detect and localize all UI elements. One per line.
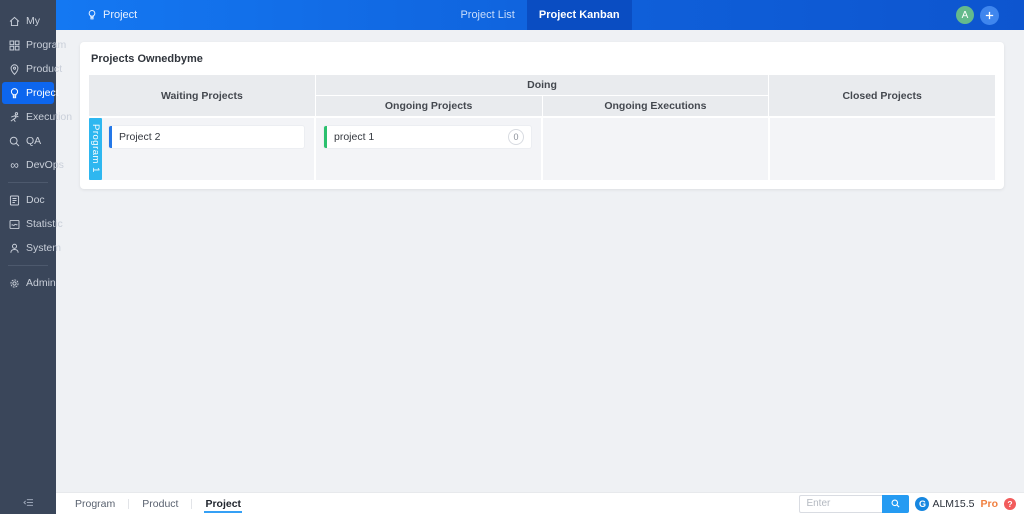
topbar: Project Project List Project Kanban A (56, 0, 1024, 30)
document-icon (8, 194, 21, 207)
sidebar-item-label: Project (26, 87, 59, 99)
kanban-header: Waiting Projects Doing Closed Projects O… (89, 75, 995, 116)
search-button[interactable] (882, 494, 910, 513)
lane-cell-closed (770, 118, 995, 180)
zentao-logo-icon: G (915, 496, 930, 511)
column-header-ongoing-projects: Ongoing Projects (315, 96, 542, 116)
search-icon (890, 498, 901, 509)
sidebar-item-label: Statistic (26, 218, 63, 230)
sidebar-item-admin[interactable]: Admin (2, 272, 56, 294)
chart-icon (8, 218, 21, 231)
topbar-actions: A (956, 5, 999, 25)
topbar-app-title: Project (86, 9, 137, 21)
gear-icon (8, 277, 21, 290)
sidebar-divider (8, 265, 48, 266)
add-button[interactable] (980, 5, 999, 25)
sidebar-item-label: Doc (26, 194, 45, 206)
sidebar-item-doc[interactable]: Doc (2, 189, 54, 211)
project-card-title: Project 2 (119, 131, 161, 143)
lane-cell-ongoing-executions (543, 118, 768, 180)
kanban-title: Projects Ownedbyme (91, 53, 203, 65)
sidebar-item-label: QA (26, 135, 42, 147)
sidebar-item-label: Program (26, 39, 67, 51)
product-pin-icon (8, 63, 21, 76)
search-input[interactable] (799, 494, 883, 513)
home-icon (8, 15, 21, 28)
sidebar-item-qa[interactable]: QA (2, 130, 54, 152)
column-header-ongoing-executions: Ongoing Executions (542, 96, 769, 116)
user-icon (8, 242, 21, 255)
lane-cell-ongoing-projects: project 1 0 (316, 118, 541, 180)
sidebar-item-label: My (26, 15, 40, 27)
sidebar-item-label: Execution (26, 111, 73, 123)
sidebar-item-program[interactable]: Program (2, 34, 66, 56)
lane-label[interactable]: Program 1 (89, 118, 102, 180)
project-card[interactable]: project 1 0 (324, 126, 531, 148)
column-header-doing: Doing (315, 75, 769, 95)
topbar-tabs: Project List Project Kanban (56, 0, 1024, 30)
runner-icon (8, 111, 21, 124)
execution-count-badge: 0 (508, 129, 524, 145)
collapse-menu-icon[interactable] (0, 496, 56, 509)
sidebar-item-project[interactable]: Project (2, 82, 59, 104)
topbar-title-label: Project (103, 9, 138, 21)
sidebar-item-system[interactable]: System (2, 237, 61, 259)
project-balloon-icon (8, 87, 21, 100)
kanban-panel: Projects Ownedbyme Waiting Projects Doin… (80, 42, 1004, 189)
bottom-tab-program[interactable]: Program (62, 493, 128, 514)
tab-project-list[interactable]: Project List (448, 0, 526, 30)
sidebar: My Program Product Project Execution QA … (0, 0, 72, 514)
brand: G ALM15.5 (915, 496, 975, 511)
help-badge[interactable]: ? (1004, 497, 1016, 510)
sidebar-item-label: Admin (26, 277, 56, 289)
project-card-title: project 1 (334, 131, 375, 143)
edition-label: Pro (980, 497, 998, 510)
lane-cell-waiting: Project 2 (89, 118, 314, 180)
plus-icon (983, 9, 996, 22)
bottom-tab-product[interactable]: Product (129, 493, 191, 514)
sidebar-item-execution[interactable]: Execution (2, 106, 72, 128)
sidebar-item-my[interactable]: My (2, 10, 54, 32)
sidebar-item-label: Product (26, 63, 63, 75)
search-box (799, 494, 910, 513)
sidebar-item-product[interactable]: Product (2, 58, 62, 80)
sidebar-nav: My Program Product Project Execution QA … (0, 0, 72, 294)
sidebar-item-label: System (26, 242, 62, 254)
bottom-tab-project[interactable]: Project (192, 493, 254, 514)
column-header-waiting-projects: Waiting Projects (89, 75, 315, 116)
grid-icon (8, 39, 21, 52)
kanban-lane: Program 1 Project 2 project 1 0 (89, 118, 995, 180)
bottom-bar-right: G ALM15.5 Pro ? (799, 494, 1016, 513)
sidebar-item-statistic[interactable]: Statistic (2, 213, 63, 235)
sidebar-item-label: DevOps (26, 159, 64, 171)
main-content: Projects Ownedbyme Waiting Projects Doin… (56, 30, 1024, 492)
sidebar-divider (8, 182, 48, 183)
magnifier-icon (8, 135, 21, 148)
avatar[interactable]: A (956, 6, 974, 24)
tab-project-kanban[interactable]: Project Kanban (526, 0, 632, 30)
brand-version-label: ALM15.5 (932, 497, 975, 510)
sidebar-item-devops[interactable]: ∞ DevOps (2, 154, 64, 176)
column-header-closed-projects: Closed Projects (769, 75, 995, 116)
project-balloon-icon (86, 9, 98, 21)
project-card[interactable]: Project 2 (109, 126, 304, 148)
infinity-icon: ∞ (10, 157, 19, 172)
bottom-bar: Program Product Project G ALM15.5 Pro ? (56, 492, 1024, 514)
